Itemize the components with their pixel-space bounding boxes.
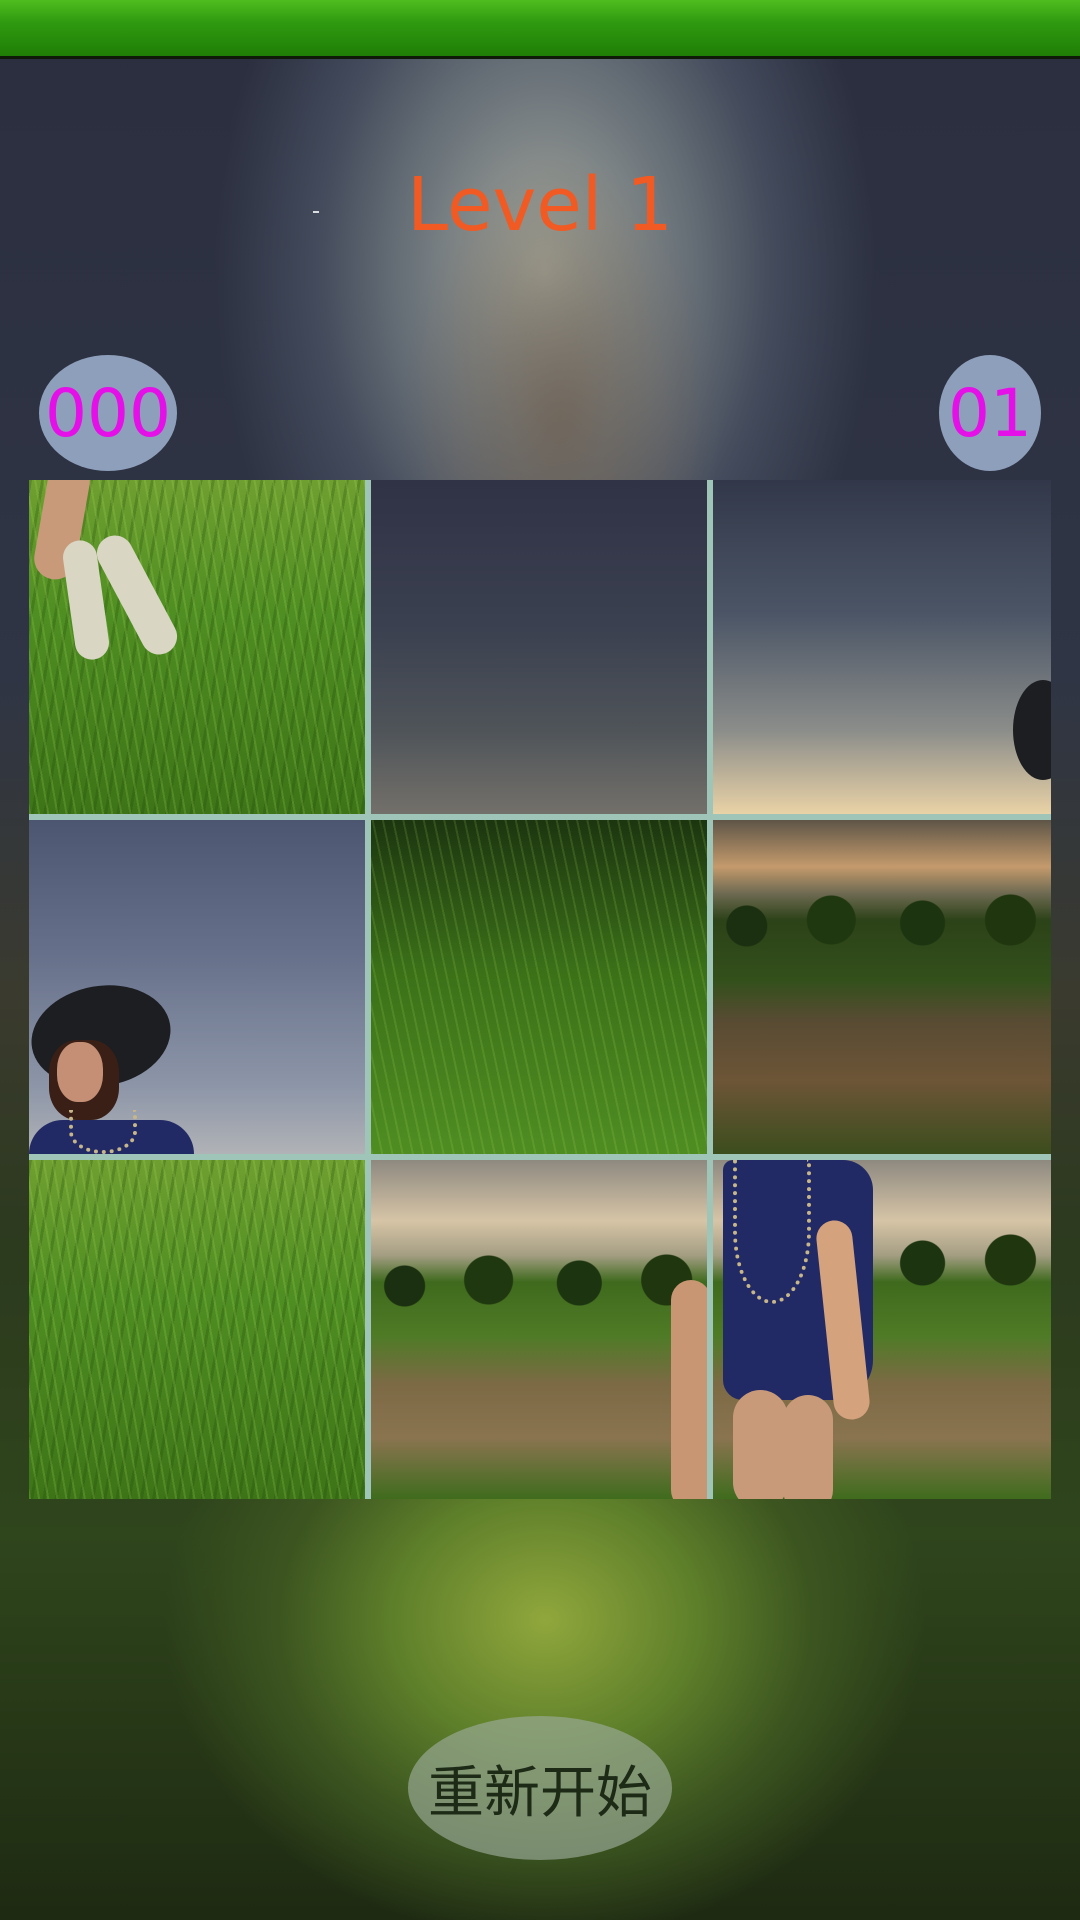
puzzle-tile-dark-sky[interactable] bbox=[371, 480, 707, 814]
puzzle-tile-legs-in-grass[interactable] bbox=[29, 480, 365, 814]
puzzle-tile-woman-with-black-hat[interactable] bbox=[29, 820, 365, 1154]
face bbox=[57, 1042, 103, 1102]
level-title: Level 1 bbox=[407, 162, 673, 248]
tree-line bbox=[371, 1250, 707, 1310]
necklace bbox=[69, 1110, 137, 1154]
move-counter: 000 bbox=[39, 355, 177, 471]
puzzle-tile-field-at-sunset[interactable] bbox=[713, 820, 1051, 1154]
restart-button[interactable]: 重新开始 bbox=[408, 1716, 672, 1860]
game-screen: Level 1 000 01 重新开始 bbox=[0, 0, 1080, 1920]
timer: 01 bbox=[939, 355, 1041, 471]
necklace bbox=[733, 1160, 811, 1304]
puzzle-tile-field-with-hay[interactable] bbox=[371, 1160, 707, 1499]
puzzle-tile-woman-blue-dress[interactable] bbox=[713, 1160, 1051, 1499]
puzzle-tile-green-grass[interactable] bbox=[371, 820, 707, 1154]
tree-line bbox=[713, 890, 1051, 950]
woman-edge bbox=[671, 1280, 707, 1499]
puzzle-board bbox=[29, 480, 1051, 1499]
leg bbox=[733, 1390, 788, 1499]
puzzle-tile-sunset-sky-hat-edge[interactable] bbox=[713, 480, 1051, 814]
puzzle-tile-tall-grass[interactable] bbox=[29, 1160, 365, 1499]
hat-edge bbox=[1013, 680, 1051, 780]
leg bbox=[783, 1395, 833, 1499]
status-bar bbox=[0, 0, 1080, 59]
